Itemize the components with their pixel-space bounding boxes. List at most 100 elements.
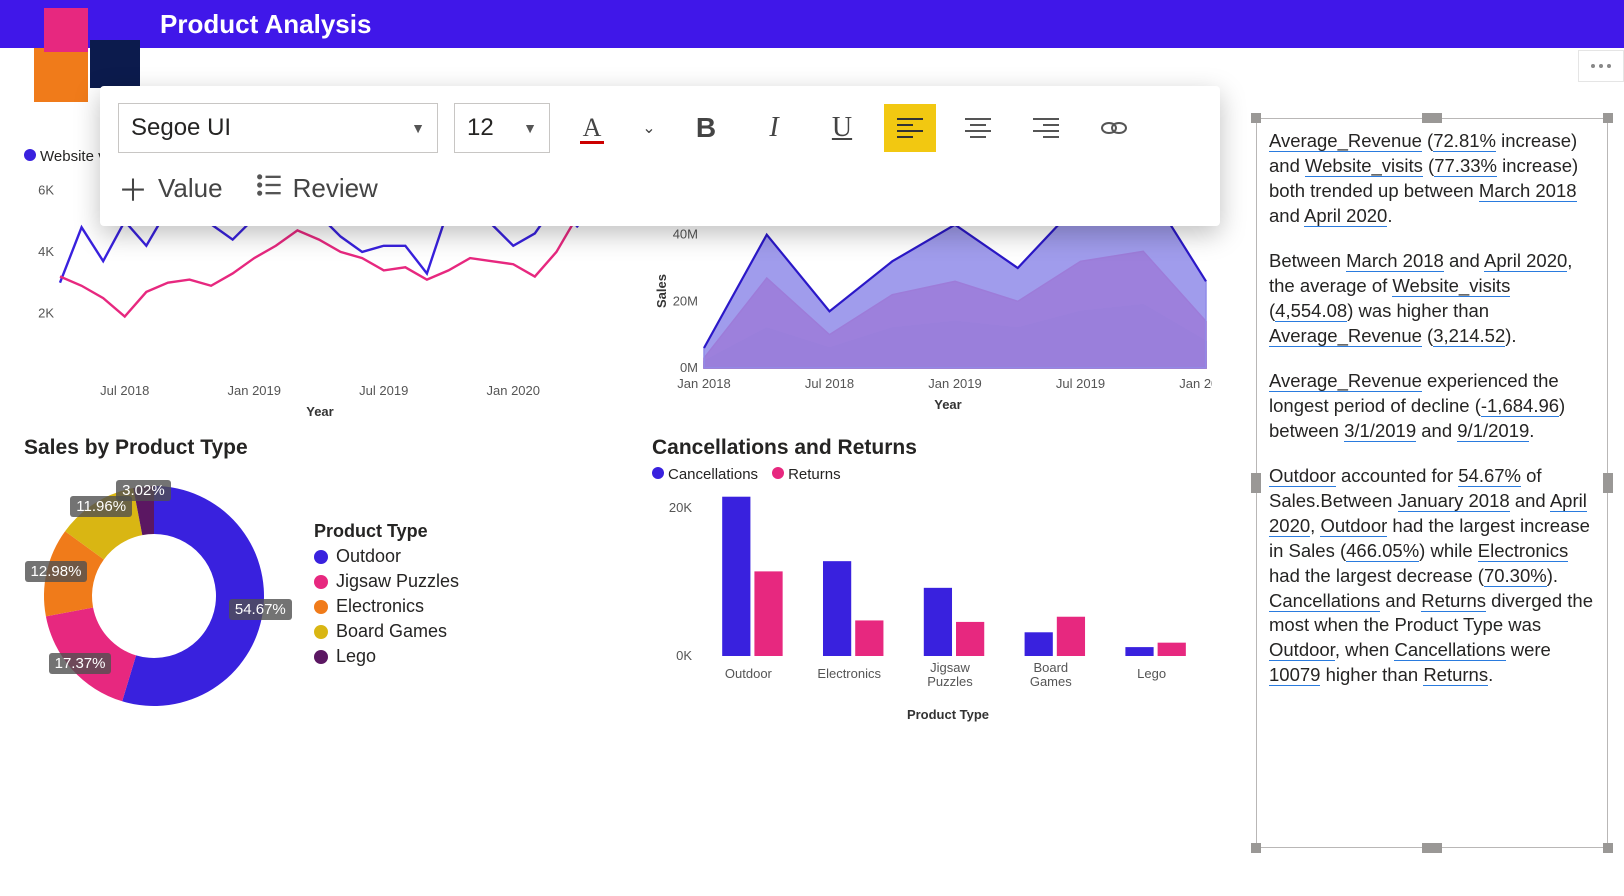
slice-label: 3.02% [116, 480, 171, 501]
resize-handle[interactable] [1422, 843, 1442, 853]
narrative-paragraph: Average_Revenue experienced the longest … [1269, 369, 1593, 444]
dynamic-value[interactable]: 466.05% [1346, 540, 1419, 562]
svg-text:Jan 2020: Jan 2020 [487, 383, 541, 398]
legend-item-label: Jigsaw Puzzles [336, 571, 459, 592]
resize-handle[interactable] [1251, 843, 1261, 853]
dynamic-value[interactable]: 54.67% [1458, 465, 1521, 487]
x-axis-label: Year [24, 404, 616, 419]
title-bar: Product Analysis [0, 0, 1624, 48]
dynamic-value[interactable]: Average_Revenue [1269, 370, 1422, 392]
svg-text:Lego: Lego [1137, 666, 1166, 681]
resize-handle[interactable] [1422, 113, 1442, 123]
font-family-value: Segoe UI [131, 114, 231, 142]
dynamic-value[interactable]: -1,684.96 [1481, 395, 1559, 417]
dynamic-value[interactable]: Average_Revenue [1269, 130, 1422, 152]
svg-text:2K: 2K [38, 305, 54, 320]
dynamic-value[interactable]: Website_visits [1305, 155, 1423, 177]
review-label: Review [293, 173, 378, 204]
svg-text:Jigsaw: Jigsaw [930, 660, 970, 675]
dynamic-value[interactable]: 72.81% [1433, 130, 1496, 152]
dynamic-value[interactable]: 77.33% [1434, 155, 1497, 177]
align-center-button[interactable] [952, 104, 1004, 152]
smart-narrative-visual[interactable]: Average_Revenue (72.81% increase) and We… [1256, 118, 1608, 848]
resize-handle[interactable] [1603, 113, 1613, 123]
svg-text:Jul 2018: Jul 2018 [805, 376, 854, 391]
dynamic-value[interactable]: Website_visits [1392, 275, 1510, 297]
dynamic-value[interactable]: 9/1/2019 [1457, 420, 1529, 442]
dynamic-value[interactable]: 4,554.08 [1275, 300, 1347, 322]
dynamic-value[interactable]: Average_Revenue [1269, 325, 1422, 347]
svg-text:Jan 2018: Jan 2018 [677, 376, 731, 391]
chevron-down-icon: ▼ [523, 120, 537, 136]
legend-item: Lego [314, 646, 459, 667]
dynamic-value[interactable]: 70.30% [1484, 565, 1547, 587]
svg-text:Games: Games [1030, 674, 1072, 689]
dynamic-value[interactable]: Cancellations [1269, 590, 1380, 612]
slice-label: 12.98% [25, 561, 88, 582]
legend-item-label: Electronics [336, 596, 424, 617]
font-size-dropdown[interactable]: 12 ▼ [454, 103, 550, 153]
legend-item: Electronics [314, 596, 459, 617]
bold-button[interactable]: B [680, 104, 732, 152]
resize-handle[interactable] [1251, 473, 1261, 493]
svg-text:40M: 40M [673, 227, 698, 242]
chevron-down-icon: ▼ [411, 120, 425, 136]
dynamic-value[interactable]: March 2018 [1346, 250, 1444, 272]
align-left-button[interactable] [884, 104, 936, 152]
legend-item-label: Cancellations [668, 466, 758, 483]
review-button[interactable]: Review [255, 171, 378, 206]
legend-title: Product Type [314, 521, 459, 542]
donut-plot: 54.67%17.37%12.98%11.96%3.02% [24, 466, 284, 726]
dynamic-value[interactable]: 3/1/2019 [1344, 420, 1416, 442]
svg-text:Puzzles: Puzzles [927, 674, 973, 689]
resize-handle[interactable] [1603, 473, 1613, 493]
dynamic-value[interactable]: 10079 [1269, 664, 1320, 686]
svg-text:0K: 0K [676, 648, 692, 663]
y-axis-label: Sales [654, 274, 669, 308]
dynamic-value[interactable]: March 2018 [1479, 180, 1577, 202]
dynamic-value[interactable]: Outdoor [1269, 465, 1336, 487]
slice-label: 17.37% [49, 653, 112, 674]
svg-text:Jul 2019: Jul 2019 [1056, 376, 1105, 391]
svg-text:20M: 20M [673, 293, 698, 308]
chart-title: Cancellations and Returns [652, 436, 1244, 460]
sales-by-product-type-chart[interactable]: Sales by Product Type 54.67%17.37%12.98%… [24, 436, 616, 766]
dynamic-value[interactable]: Outdoor [1269, 639, 1335, 661]
legend-item-label: Board Games [336, 621, 447, 642]
dynamic-value[interactable]: Returns [1421, 590, 1486, 612]
italic-button[interactable]: I [748, 104, 800, 152]
dynamic-value[interactable]: April 2020 [1304, 205, 1387, 227]
svg-text:6K: 6K [38, 182, 54, 197]
cancellations-returns-chart[interactable]: Cancellations and Returns Cancellations … [652, 436, 1244, 766]
legend-item: Board Games [314, 621, 459, 642]
narrative-paragraph: Between March 2018 and April 2020, the a… [1269, 249, 1593, 349]
svg-text:Jan 2020: Jan 2020 [1179, 376, 1212, 391]
font-family-dropdown[interactable]: Segoe UI ▼ [118, 103, 438, 153]
font-color-button[interactable]: A [566, 104, 618, 152]
dynamic-value[interactable]: Returns [1423, 664, 1488, 686]
dynamic-value[interactable]: Outdoor [1320, 515, 1387, 537]
x-axis-label: Product Type [652, 707, 1244, 722]
svg-text:Board: Board [1033, 660, 1068, 675]
dynamic-value[interactable]: Cancellations [1394, 639, 1505, 661]
underline-button[interactable]: U [816, 104, 868, 152]
dynamic-value[interactable]: April 2020 [1484, 250, 1567, 272]
narrative-paragraph: Outdoor accounted for 54.67% of Sales.Be… [1269, 464, 1593, 689]
svg-text:4K: 4K [38, 244, 54, 259]
add-value-button[interactable]: ＋ Value [118, 166, 223, 210]
dynamic-value[interactable]: January 2018 [1398, 490, 1510, 512]
legend-item-label: Returns [788, 466, 841, 483]
hyperlink-button[interactable] [1088, 104, 1140, 152]
narrative-text[interactable]: Average_Revenue (72.81% increase) and We… [1256, 118, 1608, 848]
text-editor-toolbar: Segoe UI ▼ 12 ▼ A ⌄ B I U ＋ Value [100, 86, 1220, 226]
align-right-button[interactable] [1020, 104, 1072, 152]
dynamic-value[interactable]: Electronics [1478, 540, 1568, 562]
resize-handle[interactable] [1251, 113, 1261, 123]
chart-legend: Cancellations Returns [652, 466, 1244, 483]
resize-handle[interactable] [1603, 843, 1613, 853]
product-type-legend: Product Type Outdoor Jigsaw Puzzles Electr… [314, 521, 459, 671]
bar-chart-plot: 0K20KOutdoorElectronicsJigsawPuzzlesBoar… [652, 487, 1212, 702]
legend-item-label: Outdoor [336, 546, 401, 567]
dynamic-value[interactable]: 3,214.52 [1433, 325, 1505, 347]
font-color-more-button[interactable]: ⌄ [634, 104, 664, 152]
